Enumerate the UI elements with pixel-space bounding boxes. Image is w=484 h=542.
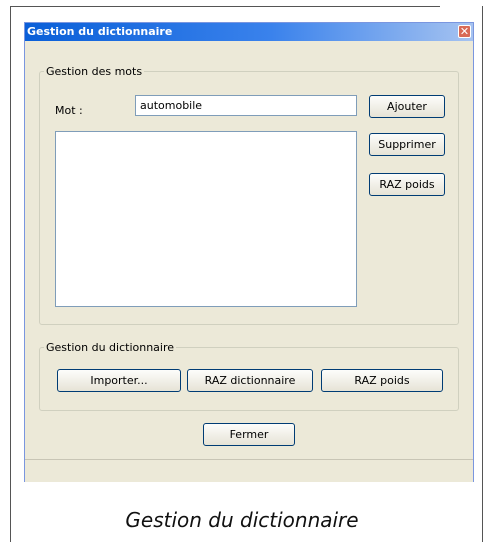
reset-word-weights-button[interactable]: RAZ poids: [369, 173, 445, 196]
words-group-legend: Gestion des mots: [46, 65, 143, 78]
figure-frame-left: [10, 6, 11, 542]
window-title: Gestion du dictionnaire: [27, 25, 173, 38]
close-icon[interactable]: ✕: [458, 25, 471, 38]
figure-frame-top: [10, 6, 440, 7]
dictionary-group-legend: Gestion du dictionnaire: [46, 341, 175, 354]
word-label: Mot :: [55, 104, 83, 117]
reset-dictionary-button[interactable]: RAZ dictionnaire: [187, 369, 313, 392]
reset-dictionary-weights-button[interactable]: RAZ poids: [321, 369, 443, 392]
word-input[interactable]: [135, 95, 357, 116]
figure-caption: Gestion du dictionnaire: [125, 508, 359, 532]
figure-frame-right: [482, 6, 483, 542]
status-bar: [25, 459, 473, 482]
delete-word-button[interactable]: Supprimer: [369, 133, 445, 156]
close-button[interactable]: Fermer: [203, 423, 295, 446]
add-word-button[interactable]: Ajouter: [369, 95, 445, 118]
title-bar[interactable]: Gestion du dictionnaire ✕: [25, 23, 473, 41]
import-button[interactable]: Importer...: [57, 369, 181, 392]
word-list[interactable]: [55, 131, 357, 307]
dictionary-dialog: Gestion du dictionnaire ✕ Gestion des mo…: [24, 22, 474, 482]
